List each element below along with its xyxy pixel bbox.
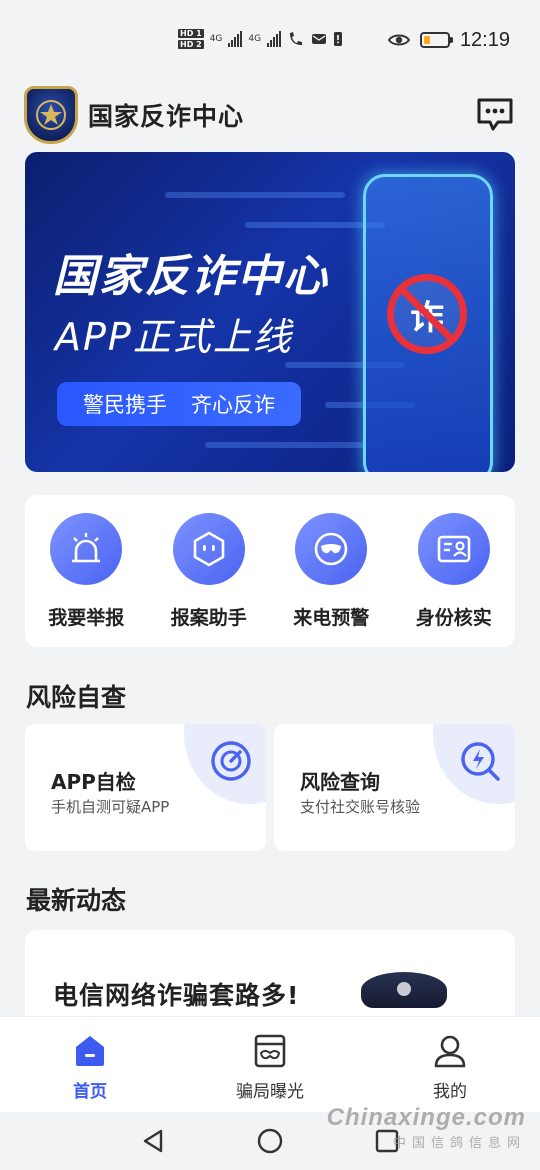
section-title-risk: 风险自查 — [26, 683, 127, 712]
quick-action-call-warning[interactable]: 来电预警 — [270, 495, 393, 647]
quick-action-label: 报案助手 — [170, 607, 247, 629]
assistant-robot-icon — [172, 513, 245, 585]
exposure-icon — [254, 1034, 286, 1068]
home-icon — [76, 1036, 104, 1066]
news-title: 电信网络诈骗套路多! — [53, 981, 300, 1010]
quick-action-assistant[interactable]: 报案助手 — [148, 495, 271, 647]
mask-call-warning-icon — [295, 513, 368, 585]
nav-exposure[interactable]: 骗局曝光 — [180, 1017, 360, 1112]
battery-fill — [423, 36, 430, 44]
risk-search-icon — [461, 742, 500, 781]
quick-action-label: 来电预警 — [293, 607, 370, 629]
signal-icon — [228, 31, 243, 47]
alert-icon — [334, 32, 343, 46]
mail-icon — [312, 34, 327, 44]
section-title-news: 最新动态 — [26, 886, 127, 915]
status-right: 12:19 — [387, 26, 510, 54]
hd2-label: HD 2 — [178, 40, 204, 49]
eye-icon — [387, 34, 410, 46]
scan-target-icon — [211, 741, 251, 781]
card-subtitle: 手机自测可疑APP — [51, 798, 170, 816]
banner-streak — [165, 192, 345, 198]
hd1-label: HD 1 — [178, 29, 204, 38]
app-header: 国家反诈中心 — [24, 84, 516, 146]
police-badge-icon — [24, 86, 78, 144]
nav-profile[interactable]: 我的 — [360, 1017, 540, 1112]
status-icons: HD 1 HD 2 4G 4G — [178, 24, 343, 54]
hd-indicator: HD 1 HD 2 — [178, 29, 204, 49]
home-circle-icon[interactable] — [257, 1128, 283, 1154]
banner-title: 国家反诈中心 — [53, 251, 329, 302]
banner-streak — [205, 442, 365, 448]
nav-label: 首页 — [73, 1082, 107, 1102]
card-risk-query[interactable]: 风险查询 支付社交账号核验 — [274, 724, 515, 851]
card-app-check[interactable]: APP自检 手机自测可疑APP — [25, 724, 266, 851]
id-card-icon — [417, 513, 490, 585]
no-fraud-icon: 诈 — [387, 274, 467, 354]
nav-label: 我的 — [433, 1082, 467, 1102]
message-icon — [477, 98, 513, 131]
net2-label: 4G — [248, 34, 262, 44]
net1-label: 4G — [209, 34, 223, 44]
alarm-siren-icon — [50, 513, 123, 585]
nav-label: 骗局曝光 — [236, 1082, 304, 1102]
app-title: 国家反诈中心 — [88, 102, 245, 131]
status-bar: HD 1 HD 2 4G 4G 12:19 — [0, 0, 540, 76]
clock: 12:19 — [459, 28, 510, 51]
slogan-left: 警民携手 — [83, 393, 167, 417]
quick-action-label: 我要举报 — [48, 607, 125, 629]
banner-slogan: 警民携手 齐心反诈 — [57, 382, 301, 426]
promo-banner[interactable]: 诈 国家反诈中心 APP正式上线 警民携手 齐心反诈 — [25, 152, 515, 472]
banner-subtitle: APP正式上线 — [55, 315, 293, 359]
watermark-line2: 中国信鸽信息网 — [392, 1135, 526, 1150]
cap-badge — [397, 982, 411, 996]
card-title: APP自检 — [51, 770, 136, 794]
battery-icon — [419, 32, 453, 48]
profile-icon — [434, 1035, 466, 1068]
back-icon[interactable] — [141, 1128, 165, 1154]
message-button[interactable] — [474, 94, 516, 136]
wifi-calling-icon — [290, 32, 303, 45]
watermark-line1: Chinaxinge.com — [326, 1104, 526, 1131]
quick-action-id-verify[interactable]: 身份核实 — [393, 495, 516, 647]
badge-char: 诈 — [410, 297, 444, 338]
watermark: Chinaxinge.com 中国信鸽信息网 — [327, 1104, 526, 1151]
card-title: 风险查询 — [300, 770, 380, 794]
nav-home[interactable]: 首页 — [0, 1017, 180, 1112]
bottom-nav: 首页 骗局曝光 我的 — [0, 1016, 540, 1112]
signal-icon — [267, 31, 282, 47]
police-cap-image — [361, 972, 447, 1008]
card-subtitle: 支付社交账号核验 — [300, 798, 421, 816]
quick-action-report[interactable]: 我要举报 — [25, 495, 148, 647]
quick-actions: 我要举报 报案助手 来电预警 身份核实 — [25, 495, 515, 647]
quick-action-label: 身份核实 — [415, 607, 492, 629]
slogan-right: 齐心反诈 — [191, 393, 275, 417]
